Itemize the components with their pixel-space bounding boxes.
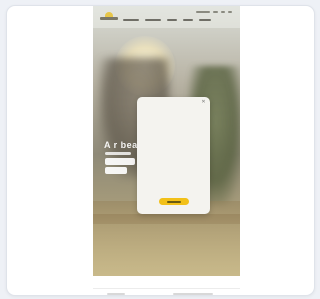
popup-modal: ✕ [137,97,210,214]
utility-link[interactable] [228,11,232,13]
hero-subtext [105,152,135,176]
site-header [93,6,240,28]
nav-item[interactable] [167,19,177,21]
site-logo[interactable] [100,12,118,22]
hero-headline-line [105,167,127,174]
nav-item[interactable] [199,19,211,21]
hero-subline [105,152,131,155]
main-nav [123,19,211,21]
nav-item[interactable] [183,19,193,21]
website-preview: A r bea ✕ [93,6,240,276]
utility-link[interactable] [213,11,218,13]
screenshot-card: A r bea ✕ [6,5,315,296]
modal-cta-button[interactable] [159,198,189,205]
section-text [173,293,213,295]
section-text [107,293,125,295]
logo-wordmark [100,17,118,20]
header-utility-links [196,11,232,13]
utility-link[interactable] [221,11,225,13]
close-icon[interactable]: ✕ [201,100,206,105]
nav-item[interactable] [123,19,139,21]
modal-cta-label [167,200,181,203]
hero-headline-line [105,158,135,165]
hero-headline: A r bea [104,140,138,150]
nav-item[interactable] [145,19,161,21]
next-section-strip [93,288,240,295]
utility-link[interactable] [196,11,210,13]
